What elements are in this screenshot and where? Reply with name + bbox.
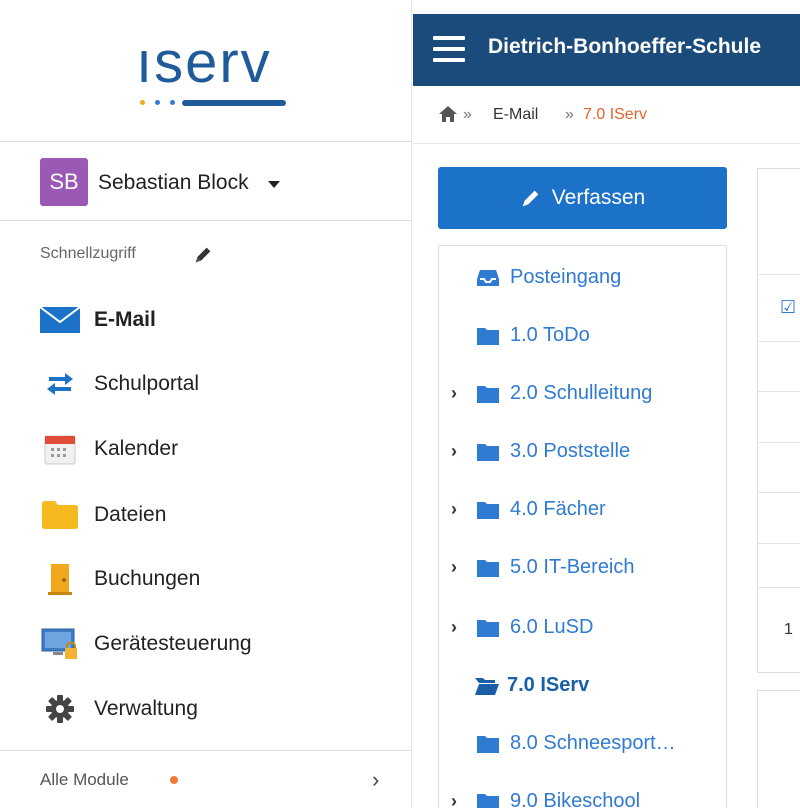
chevron-right-icon[interactable]: › bbox=[451, 499, 457, 520]
row-divider bbox=[758, 442, 800, 443]
logo-area: ıserv bbox=[0, 0, 412, 142]
compose-label: Verfassen bbox=[551, 186, 646, 209]
folder-icon bbox=[477, 444, 499, 461]
sidebar-item-label: Verwaltung bbox=[94, 697, 198, 720]
door-icon bbox=[40, 559, 80, 599]
monitor-lock-icon bbox=[40, 624, 80, 664]
logo-dot bbox=[170, 100, 175, 105]
folder-icon bbox=[40, 495, 80, 535]
message-list-panel: ☑ 1 bbox=[757, 168, 800, 673]
sidebar-item-label: Schulportal bbox=[94, 372, 200, 395]
folder-item-bikeschool[interactable]: › 9.0 Bikeschool bbox=[439, 783, 726, 808]
sidebar-item-dateien[interactable]: Dateien bbox=[0, 487, 412, 543]
breadcrumb-current: 7.0 IServ bbox=[583, 106, 648, 123]
chevron-right-icon[interactable]: › bbox=[451, 383, 457, 404]
sidebar-item-label: Kalender bbox=[94, 437, 179, 460]
folder-item-todo[interactable]: 1.0 ToDo bbox=[439, 317, 726, 357]
sidebar-item-label: Buchungen bbox=[94, 567, 201, 590]
chevron-right-icon[interactable]: › bbox=[451, 441, 457, 462]
sidebar-item-buchungen[interactable]: Buchungen bbox=[0, 551, 412, 607]
logo-dot bbox=[155, 100, 160, 105]
logo-dot bbox=[140, 100, 145, 105]
folder-label: 2.0 Schulleitung bbox=[510, 382, 653, 404]
all-modules-row[interactable]: Alle Module › bbox=[0, 750, 412, 808]
sidebar-item-geraetesteuerung[interactable]: Gerätesteuerung bbox=[0, 616, 412, 672]
sidebar-item-email[interactable]: E-Mail bbox=[0, 292, 412, 348]
mail-icon bbox=[40, 300, 80, 340]
folder-icon bbox=[477, 502, 499, 519]
breadcrumb-separator: » bbox=[463, 106, 472, 123]
row-divider bbox=[758, 341, 800, 342]
folder-item-lusd[interactable]: › 6.0 LuSD bbox=[439, 609, 726, 649]
breadcrumb-separator: » bbox=[565, 106, 574, 123]
folder-item-iserv[interactable]: 7.0 IServ bbox=[439, 667, 726, 707]
folder-label: 5.0 IT-Bereich bbox=[510, 556, 635, 578]
notification-dot bbox=[170, 775, 178, 784]
breadcrumb: » E-Mail » 7.0 IServ bbox=[413, 86, 800, 144]
quick-access-label: Schnellzugriff bbox=[40, 245, 136, 262]
pagination-number[interactable]: 1 bbox=[784, 621, 793, 639]
folder-icon bbox=[477, 620, 499, 637]
folder-label: 8.0 Schneesport… bbox=[510, 732, 676, 754]
folder-icon bbox=[477, 328, 499, 345]
select-all-checkbox-icon[interactable]: ☑ bbox=[780, 297, 796, 318]
folder-item-faecher[interactable]: › 4.0 Fächer bbox=[439, 491, 726, 531]
folder-item-posteingang[interactable]: Posteingang bbox=[439, 259, 726, 299]
home-icon[interactable] bbox=[439, 106, 457, 122]
sidebar-item-label: Gerätesteuerung bbox=[94, 632, 252, 655]
top-bar: Dietrich-Bonhoeffer-Schule bbox=[413, 14, 800, 86]
breadcrumb-email-link[interactable]: E-Mail bbox=[493, 106, 538, 124]
message-preview-panel bbox=[757, 690, 800, 808]
row-divider bbox=[758, 391, 800, 392]
user-menu[interactable]: SB Sebastian Block bbox=[0, 143, 412, 221]
chevron-right-icon[interactable]: › bbox=[451, 557, 457, 578]
row-divider bbox=[758, 492, 800, 493]
folder-icon bbox=[477, 794, 499, 808]
row-divider bbox=[758, 543, 800, 544]
sidebar: ıserv SB Sebastian Block Schnellzugriff … bbox=[0, 0, 412, 808]
user-name: Sebastian Block bbox=[98, 171, 249, 194]
school-name: Dietrich-Bonhoeffer-Schule bbox=[488, 35, 762, 58]
logo-underline bbox=[182, 100, 286, 106]
all-modules-label: Alle Module bbox=[40, 769, 129, 789]
folder-label: 9.0 Bikeschool bbox=[510, 790, 641, 808]
gear-icon bbox=[40, 689, 80, 729]
hamburger-menu-icon[interactable] bbox=[433, 36, 465, 62]
folder-label: 6.0 LuSD bbox=[510, 616, 594, 638]
pencil-icon bbox=[522, 190, 539, 207]
iserv-logo[interactable]: ıserv bbox=[136, 34, 272, 92]
folder-icon bbox=[477, 560, 499, 577]
row-divider bbox=[758, 587, 800, 588]
folder-label: 4.0 Fächer bbox=[510, 498, 606, 520]
sidebar-item-label: Dateien bbox=[94, 503, 167, 526]
folder-item-it-bereich[interactable]: › 5.0 IT-Bereich bbox=[439, 549, 726, 589]
folder-icon bbox=[477, 386, 499, 403]
sidebar-item-kalender[interactable]: Kalender bbox=[0, 421, 412, 477]
sidebar-item-verwaltung[interactable]: Verwaltung bbox=[0, 681, 412, 737]
folder-label: 3.0 Poststelle bbox=[510, 440, 631, 462]
folder-item-schneesport[interactable]: 8.0 Schneesport… bbox=[439, 725, 726, 765]
avatar: SB bbox=[40, 158, 88, 206]
folder-open-icon bbox=[475, 678, 499, 695]
caret-down-icon bbox=[268, 181, 280, 188]
compose-button[interactable]: Verfassen bbox=[438, 167, 727, 229]
chevron-right-icon[interactable]: › bbox=[451, 791, 457, 808]
calendar-icon bbox=[40, 429, 80, 469]
sidebar-item-schulportal[interactable]: Schulportal bbox=[0, 356, 412, 412]
chevron-right-icon: › bbox=[372, 766, 380, 792]
pencil-icon[interactable] bbox=[192, 244, 214, 266]
folder-item-poststelle[interactable]: › 3.0 Poststelle bbox=[439, 433, 726, 473]
chevron-right-icon[interactable]: › bbox=[451, 617, 457, 638]
row-divider bbox=[758, 274, 800, 275]
folder-list: Posteingang 1.0 ToDo › 2.0 Schulleitung … bbox=[438, 245, 727, 808]
inbox-icon bbox=[477, 270, 499, 286]
exchange-arrows-icon bbox=[40, 364, 80, 404]
folder-label: 1.0 ToDo bbox=[510, 324, 590, 346]
folder-item-schulleitung[interactable]: › 2.0 Schulleitung bbox=[439, 375, 726, 415]
folder-label: 7.0 IServ bbox=[507, 674, 590, 696]
folder-label: Posteingang bbox=[510, 266, 622, 288]
folder-icon bbox=[477, 736, 499, 753]
sidebar-item-label: E-Mail bbox=[94, 308, 156, 331]
